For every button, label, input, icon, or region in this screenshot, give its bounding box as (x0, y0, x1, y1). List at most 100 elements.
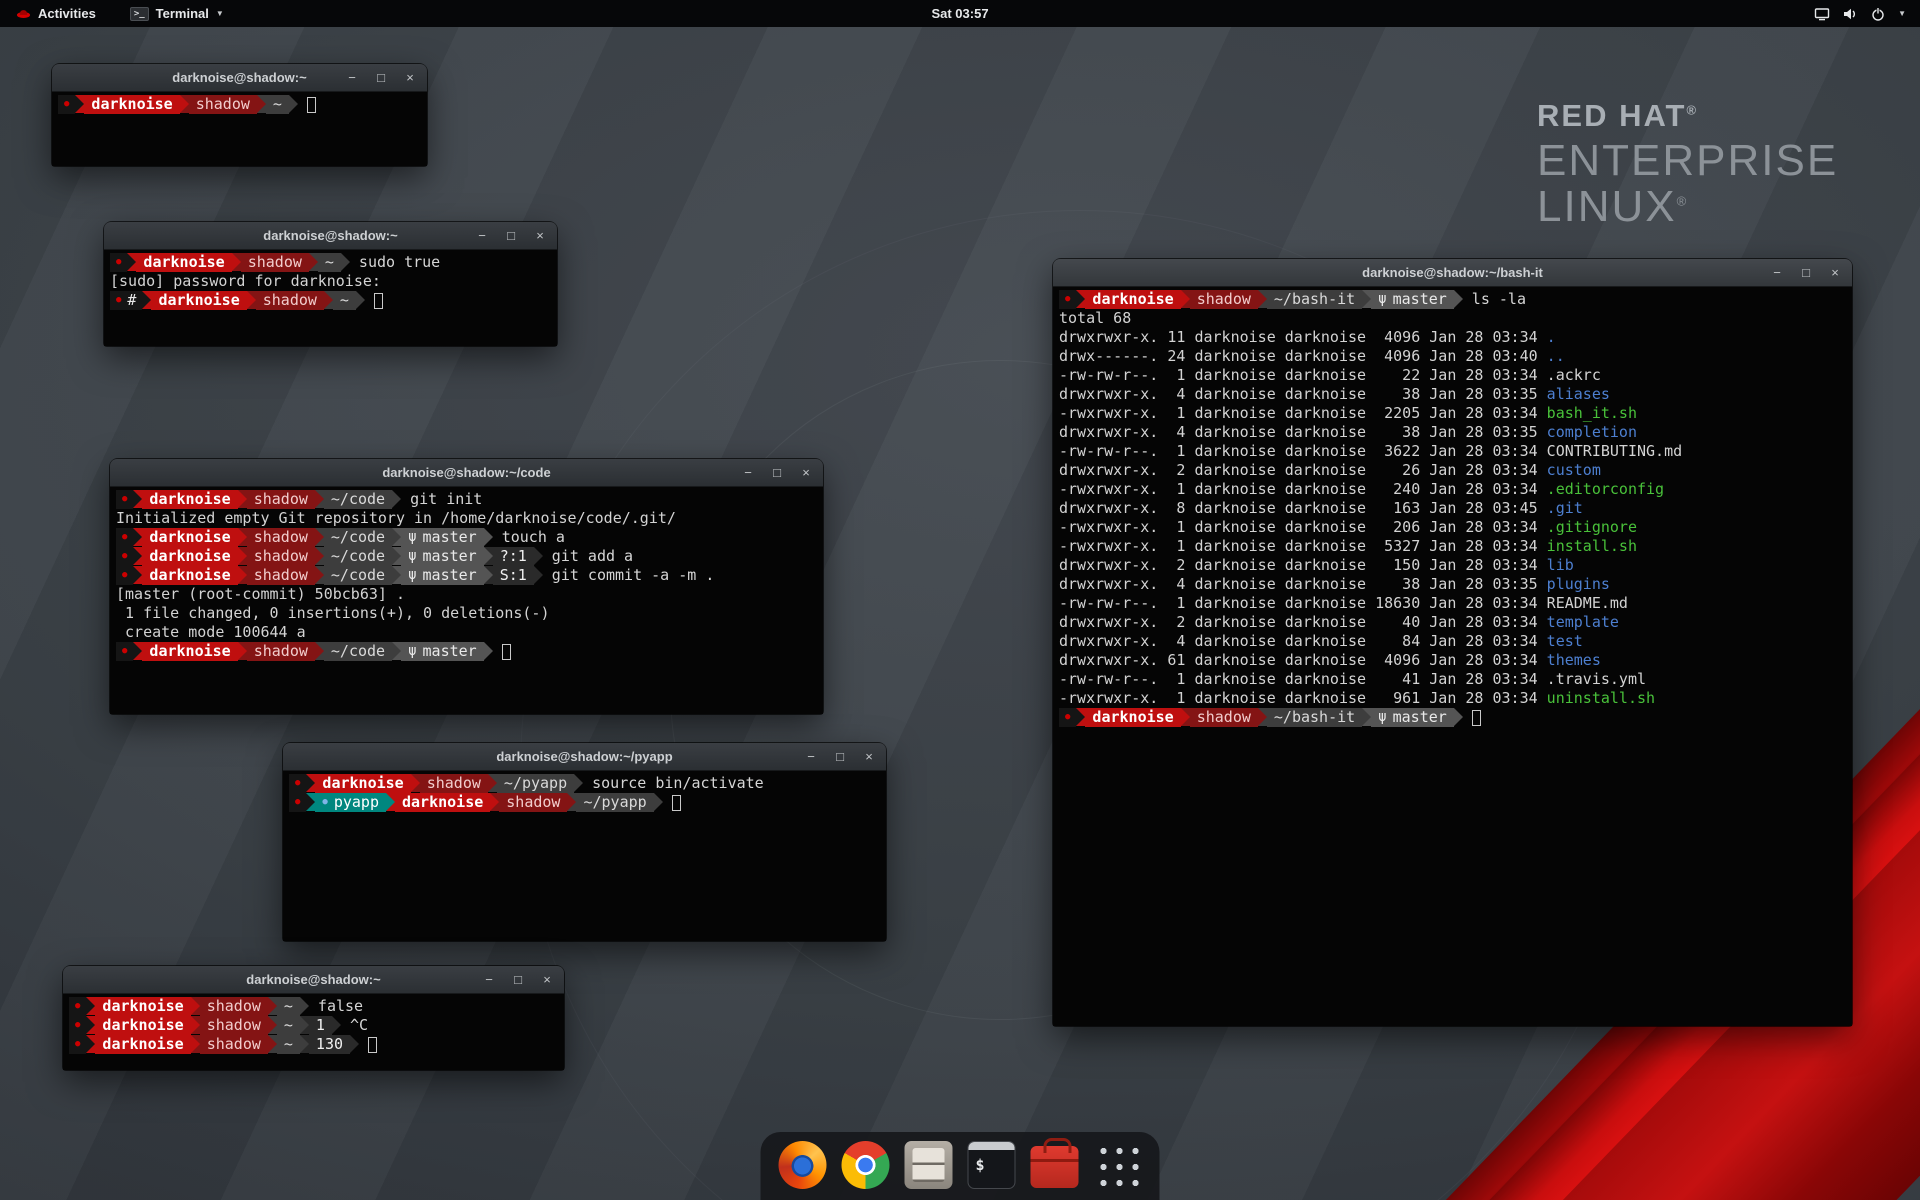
maximize-button[interactable]: □ (374, 71, 388, 84)
terminal-window-home-1: darknoise@shadow:~ − □ × ●darknoiseshado… (52, 64, 427, 166)
minimize-button[interactable]: − (741, 466, 755, 479)
brand-text: LINUX (1537, 182, 1677, 231)
minimize-button[interactable]: − (345, 71, 359, 84)
prompt-segment-host: shadow (200, 997, 268, 1016)
terminal-content[interactable]: ●darknoiseshadow~/pyappsource bin/activa… (283, 771, 886, 941)
segment-text: darknoise (91, 95, 172, 114)
powerline-arrow (484, 547, 493, 565)
window-titlebar[interactable]: darknoise@shadow:~ − □ × (104, 222, 557, 250)
terminal-content[interactable]: ●darknoiseshadow~ (52, 92, 427, 166)
powerline-arrow (488, 774, 497, 792)
maximize-button[interactable]: □ (511, 973, 525, 986)
segment-text: ~/code (331, 566, 385, 585)
prompt-segment-user: darknoise (84, 95, 179, 114)
minimize-button[interactable]: − (475, 229, 489, 242)
segment-text: shadow (263, 291, 317, 310)
terminal-line: ●darknoiseshadow~130 (69, 1035, 558, 1054)
powerline-arrow (315, 566, 324, 584)
file-meta: -rwxrwxr-x. 1 darknoise darknoise 5327 J… (1059, 537, 1547, 556)
powerline-arrow (1454, 708, 1463, 726)
maximize-button[interactable]: □ (770, 466, 784, 479)
app-menu-terminal[interactable]: >_ Terminal ▼ (124, 0, 230, 27)
segment-text: shadow (254, 528, 308, 547)
window-titlebar[interactable]: darknoise@shadow:~/bash-it − □ × (1053, 259, 1852, 287)
redhat-icon: ● (295, 793, 300, 812)
terminal-content[interactable]: ●darknoiseshadow~/bash-itψmasterls -lato… (1053, 287, 1852, 1026)
toolbox-icon[interactable] (1031, 1146, 1079, 1188)
maximize-button[interactable]: □ (504, 229, 518, 242)
close-button[interactable]: × (403, 71, 417, 84)
minimize-button[interactable]: − (804, 750, 818, 763)
segment-text: 130 (316, 1035, 343, 1054)
terminal-line: -rwxrwxr-x. 1 darknoise darknoise 5327 J… (1059, 537, 1846, 556)
segment-text: shadow (254, 547, 308, 566)
redhat-icon: ● (75, 1035, 80, 1054)
terminal-line: drwxrwxr-x. 2 darknoise darknoise 150 Ja… (1059, 556, 1846, 575)
prompt-segment-git: ψmaster (401, 547, 484, 566)
files-icon[interactable] (905, 1141, 953, 1189)
prompt-segment-user: darknoise (136, 253, 231, 272)
app-grid-icon[interactable] (1096, 1143, 1140, 1187)
segment-text: ~/bash-it (1274, 290, 1355, 309)
terminal-content[interactable]: ●darknoiseshadow~sudo true[sudo] passwor… (104, 250, 557, 346)
file-meta: drwxrwxr-x. 61 darknoise darknoise 4096 … (1059, 651, 1547, 670)
minimize-button[interactable]: − (1770, 266, 1784, 279)
powerline-arrow (306, 774, 315, 792)
clock[interactable]: Sat 03:57 (931, 6, 988, 21)
window-titlebar[interactable]: darknoise@shadow:~ − □ × (52, 64, 427, 92)
prompt-segment-path: ~ (277, 997, 300, 1016)
command-text: ls -la (1472, 290, 1526, 309)
git-branch-icon: ψ (408, 528, 416, 547)
powerline-arrow (392, 490, 401, 508)
close-button[interactable]: × (799, 466, 813, 479)
minimize-button[interactable]: − (482, 973, 496, 986)
close-button[interactable]: × (1828, 266, 1842, 279)
redhat-icon: ● (122, 642, 127, 661)
segment-text: ~ (325, 253, 334, 272)
close-button[interactable]: × (533, 229, 547, 242)
powerline-arrow (484, 642, 493, 660)
maximize-button[interactable]: □ (833, 750, 847, 763)
window-titlebar[interactable]: darknoise@shadow:~/pyapp − □ × (283, 743, 886, 771)
volume-icon (1842, 6, 1858, 22)
terminal-line: ●●pyappdarknoiseshadow~/pyapp (289, 793, 880, 812)
terminal-line: 1 file changed, 0 insertions(+), 0 delet… (116, 604, 817, 623)
maximize-button[interactable]: □ (1799, 266, 1813, 279)
git-branch-icon: ψ (408, 547, 416, 566)
powerline-arrow (392, 566, 401, 584)
terminal-line: drwxrwxr-x. 4 darknoise darknoise 84 Jan… (1059, 632, 1846, 651)
prompt-segment-host: shadow (189, 95, 257, 114)
firefox-icon[interactable] (779, 1141, 827, 1189)
terminal-line: -rw-rw-r--. 1 darknoise darknoise 3622 J… (1059, 442, 1846, 461)
file-name: .editorconfig (1547, 480, 1664, 499)
prompt-segment-path: ~ (277, 1016, 300, 1035)
prompt-segment-path: ~/code (324, 547, 392, 566)
segment-text: ~ (273, 95, 282, 114)
close-button[interactable]: × (540, 973, 554, 986)
segment-text: darknoise (102, 1035, 183, 1054)
file-meta: drwxrwxr-x. 2 darknoise darknoise 40 Jan… (1059, 613, 1547, 632)
activities-button[interactable]: Activities (10, 0, 102, 27)
terminal-content[interactable]: ●darknoiseshadow~/codegit initInitialize… (110, 487, 823, 714)
window-titlebar[interactable]: darknoise@shadow:~/code − □ × (110, 459, 823, 487)
command-text: source bin/activate (592, 774, 764, 793)
terminal-icon[interactable]: $ (968, 1141, 1016, 1189)
terminal-content[interactable]: ●darknoiseshadow~false●darknoiseshadow~1… (63, 994, 564, 1070)
terminal-cursor (368, 1037, 377, 1053)
system-status-area[interactable]: ▼ (1808, 0, 1912, 27)
prompt-segment-host: shadow (247, 547, 315, 566)
brand-line-enterprise: ENTERPRISE (1537, 138, 1838, 184)
segment-text: pyapp (334, 793, 379, 812)
file-name: README.md (1547, 594, 1628, 613)
powerline-arrow (238, 566, 247, 584)
prompt-segment-host: shadow (499, 793, 567, 812)
dollar-prompt: $ (976, 1156, 985, 1174)
prompt-segment-icon: ● (69, 997, 86, 1016)
close-button[interactable]: × (862, 750, 876, 763)
terminal-window-sudo: darknoise@shadow:~ − □ × ●darknoiseshado… (104, 222, 557, 346)
chrome-icon[interactable] (842, 1141, 890, 1189)
prompt-segment-user: darknoise (1085, 290, 1180, 309)
terminal-line: drwxrwxr-x. 4 darknoise darknoise 38 Jan… (1059, 385, 1846, 404)
redhat-icon: ● (122, 528, 127, 547)
window-titlebar[interactable]: darknoise@shadow:~ − □ × (63, 966, 564, 994)
